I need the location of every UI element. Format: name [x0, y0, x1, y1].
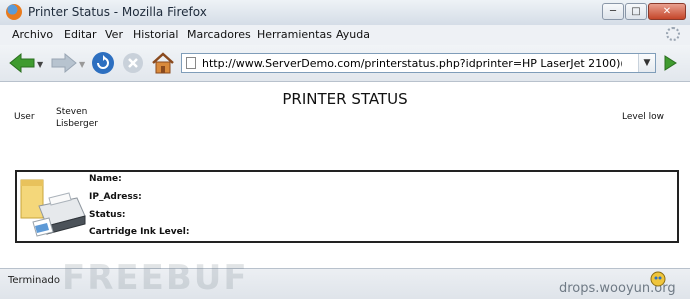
freebuf-watermark: FREEBUF: [62, 258, 249, 298]
menu-bar: Archivo Editar Ver Historial Marcadores …: [0, 25, 690, 45]
title-bar: Printer Status - Mozilla Firefox ─ □ ✕: [0, 0, 690, 26]
menu-ver[interactable]: Ver: [105, 28, 123, 41]
minimize-button[interactable]: ─: [602, 3, 624, 20]
url-bar[interactable]: http://www.ServerDemo.com/printerstatus.…: [181, 53, 656, 73]
back-arrow-icon[interactable]: [8, 52, 36, 74]
menu-archivo[interactable]: Archivo: [12, 28, 53, 41]
field-status-label: Status:: [89, 210, 126, 220]
stop-icon[interactable]: [121, 51, 145, 75]
ink-level-status: Level low: [622, 112, 664, 122]
url-history-dropdown[interactable]: ▼: [638, 54, 655, 72]
firefox-icon: [6, 4, 22, 20]
menu-marcadores[interactable]: Marcadores: [187, 28, 251, 41]
menu-herramientas[interactable]: Herramientas: [257, 28, 332, 41]
field-name-label: Name:: [89, 174, 122, 184]
home-icon[interactable]: [150, 51, 176, 75]
back-history-dropdown-icon[interactable]: ▼: [37, 60, 43, 69]
forward-history-dropdown-icon[interactable]: ▼: [79, 60, 85, 69]
maximize-button[interactable]: □: [625, 3, 647, 20]
menu-historial[interactable]: Historial: [133, 28, 178, 41]
status-text: Terminado: [8, 275, 60, 286]
printer-icon: [19, 176, 87, 240]
user-label: User: [14, 112, 35, 122]
user-name: Steven Lisberger: [56, 107, 98, 129]
forward-arrow-icon[interactable]: [50, 52, 78, 74]
close-button[interactable]: ✕: [648, 3, 686, 20]
field-ink-level-label: Cartridge Ink Level:: [89, 227, 190, 237]
field-ip-label: IP_Adress:: [89, 192, 142, 202]
page-icon: [186, 57, 196, 69]
window-title: Printer Status - Mozilla Firefox: [28, 5, 207, 19]
menu-ayuda[interactable]: Ayuda: [336, 28, 370, 41]
menu-editar[interactable]: Editar: [64, 28, 97, 41]
addon-icon[interactable]: [650, 271, 666, 287]
reload-icon[interactable]: [91, 51, 115, 75]
activity-throbber-icon: [666, 27, 680, 41]
url-input[interactable]: http://www.ServerDemo.com/printerstatus.…: [202, 57, 622, 70]
go-arrow-icon[interactable]: [660, 53, 680, 73]
